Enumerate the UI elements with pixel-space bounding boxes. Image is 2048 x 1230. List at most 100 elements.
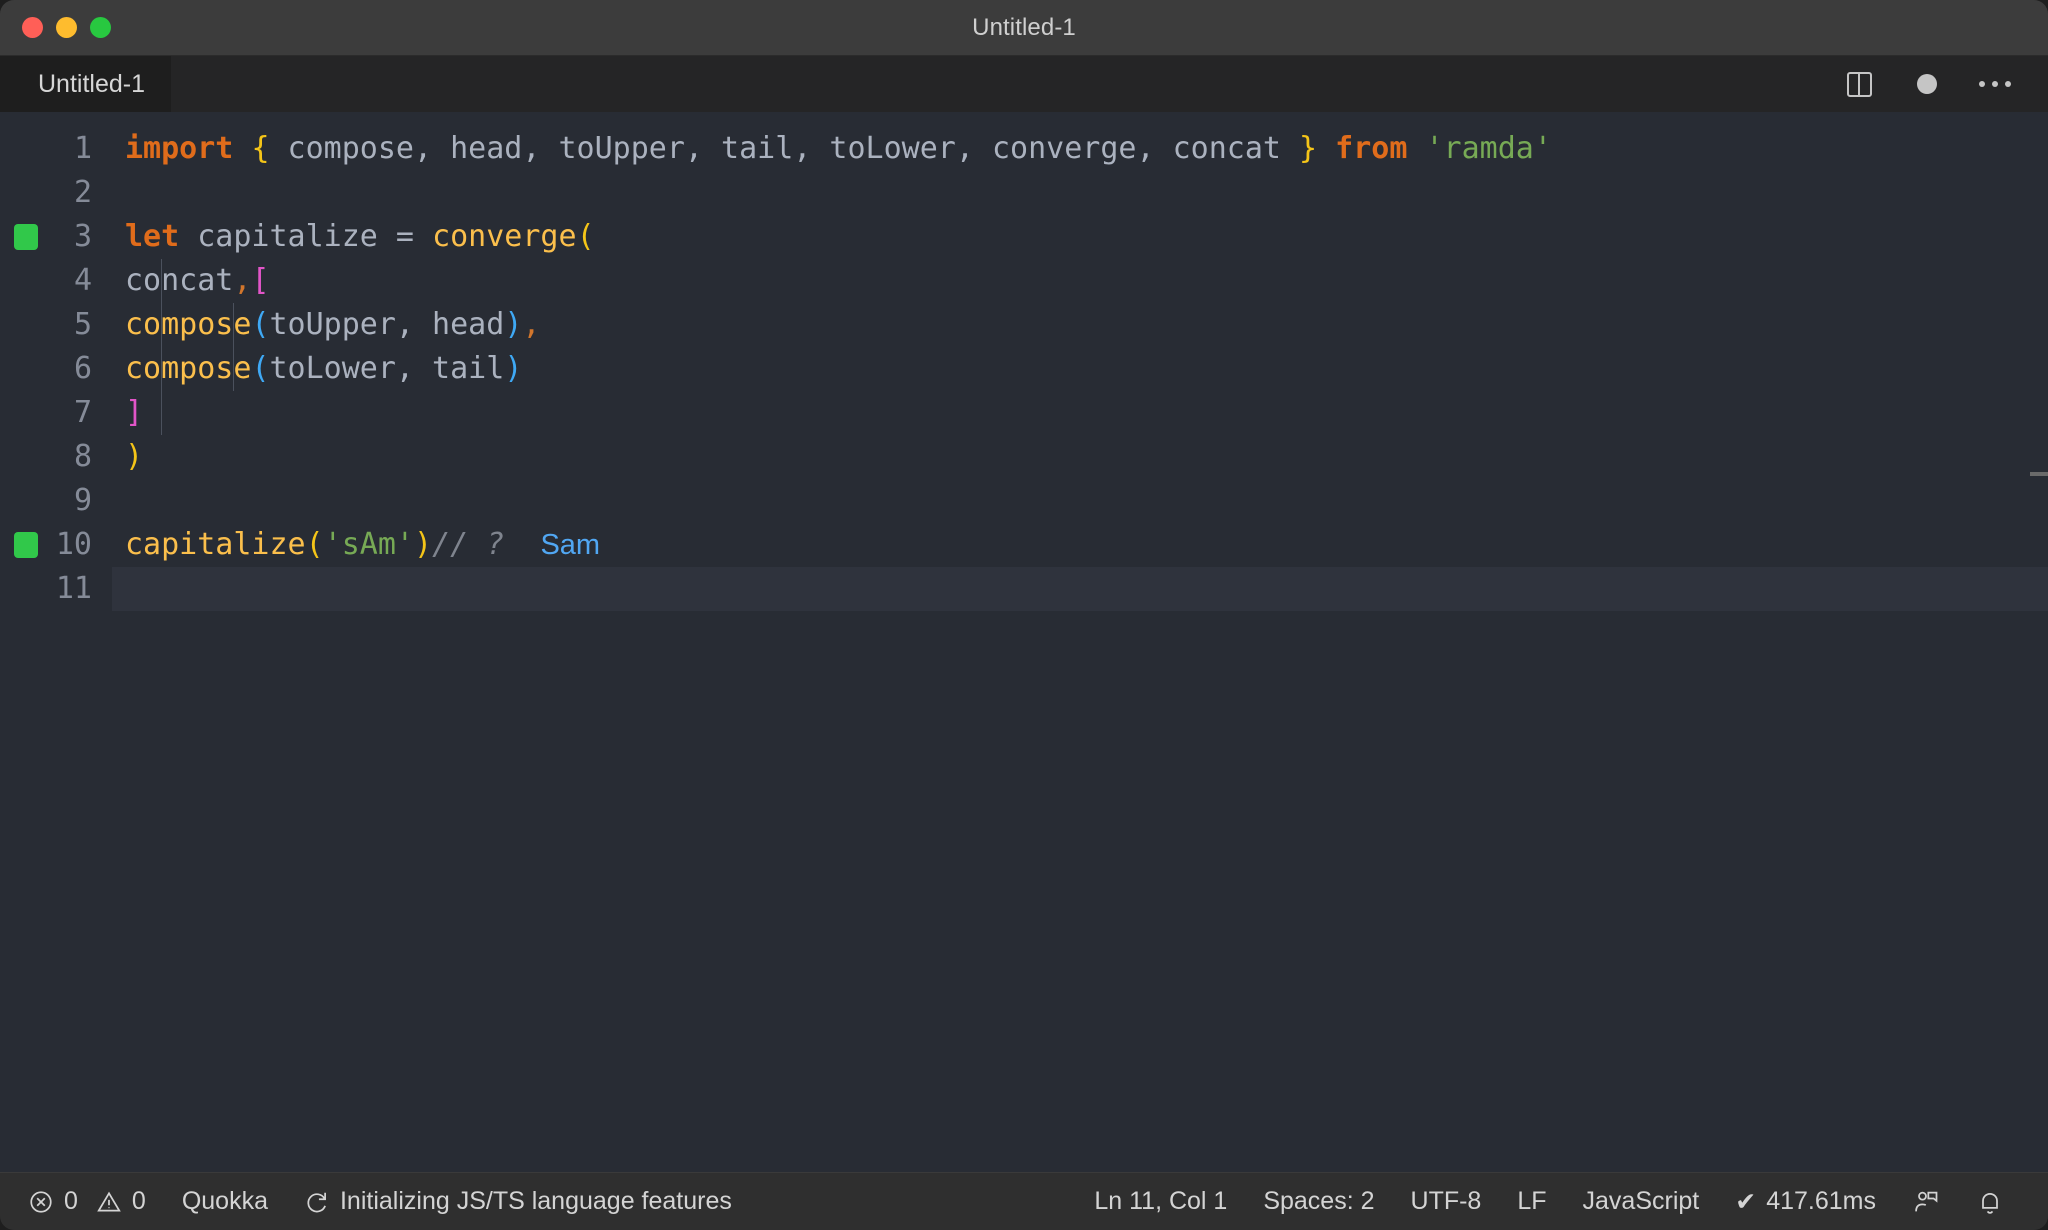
token-let: let [125, 219, 180, 254]
indent-guide [233, 303, 234, 347]
code-line[interactable]: 1 import { compose, head, toUpper, tail,… [0, 127, 2048, 171]
code-line[interactable]: 2 [0, 171, 2048, 215]
token-paren-close: ) [504, 307, 523, 342]
line-content[interactable]: let capitalize = converge( [112, 215, 2048, 259]
minimize-button[interactable] [56, 17, 77, 38]
status-indentation[interactable]: Spaces: 2 [1245, 1187, 1392, 1216]
status-quokka[interactable]: Quokka [164, 1187, 286, 1216]
status-bar-left: 0 0 Quokka Initializing JS/TS language f… [28, 1187, 750, 1216]
line-content[interactable]: ) [112, 435, 2048, 479]
token-keyword: import [125, 131, 234, 166]
tab-untitled-1[interactable]: Untitled-1 [0, 56, 171, 112]
token-function-converge: converge [432, 219, 577, 254]
code-line[interactable]: 8 ) [0, 435, 2048, 479]
status-feedback[interactable] [1894, 1188, 1958, 1216]
status-cursor-position[interactable]: Ln 11, Col 1 [1076, 1187, 1245, 1216]
line-content[interactable]: capitalize('sAm') // ? Sam [112, 523, 2048, 567]
token-call-capitalize: capitalize [125, 527, 306, 562]
token-paren-close: ) [125, 439, 144, 474]
line-content[interactable]: import { compose, head, toUpper, tail, t… [112, 127, 2048, 171]
token-paren-open: ( [251, 351, 270, 386]
token-comma: , [233, 263, 252, 298]
warning-icon [97, 1191, 121, 1212]
code-line[interactable]: 7 ] [0, 391, 2048, 435]
token-bracket-close: ] [125, 395, 144, 430]
indent-guide [161, 259, 162, 303]
maximize-button[interactable] [90, 17, 111, 38]
status-problems[interactable]: 0 0 [28, 1187, 164, 1216]
code-line[interactable]: 5 compose(toUpper, head), [0, 303, 2048, 347]
line-content[interactable]: ] [112, 391, 2048, 435]
token-arguments: toUpper, head [269, 307, 505, 342]
code-editor[interactable]: 1 import { compose, head, toUpper, tail,… [0, 112, 2048, 1172]
code-line[interactable]: 6 compose(toLower, tail) [0, 347, 2048, 391]
token-comment: // ? [432, 527, 505, 562]
task-label: Initializing JS/TS language features [339, 1187, 732, 1215]
token-paren-open: ( [251, 307, 270, 342]
line-number: 5 [73, 307, 92, 342]
tab-label: Untitled-1 [38, 69, 145, 98]
indent-guide [161, 391, 162, 435]
status-notifications[interactable] [1958, 1188, 2022, 1216]
token-concat: concat [125, 263, 234, 298]
error-count: 0 [64, 1187, 78, 1215]
token-paren-open: ( [576, 219, 595, 254]
check-icon: ✔ [1735, 1187, 1757, 1216]
token-arguments: toLower, tail [269, 351, 505, 386]
quokka-gutter-marker [14, 224, 38, 250]
quokka-gutter-marker [14, 532, 38, 558]
token-paren-close: ) [414, 527, 433, 562]
more-actions-icon[interactable] [1978, 67, 2012, 101]
quokka-inline-value: Sam [540, 529, 601, 561]
editor-actions [1842, 67, 2020, 101]
status-bar-right: Ln 11, Col 1 Spaces: 2 UTF-8 LF JavaScri… [1076, 1187, 2022, 1217]
line-number: 7 [73, 395, 92, 430]
token-string-arg: 'sAm' [323, 527, 414, 562]
code-line-active[interactable]: 11 [0, 567, 2048, 611]
line-content[interactable] [112, 567, 2048, 611]
line-content[interactable]: concat, [ [112, 259, 2048, 303]
line-content[interactable] [112, 479, 2048, 523]
code-line[interactable]: 3 let capitalize = converge( [0, 215, 2048, 259]
token-brace-open: { [251, 131, 270, 166]
status-language-mode[interactable]: JavaScript [1565, 1187, 1718, 1216]
line-number: 4 [73, 263, 92, 298]
status-encoding[interactable]: UTF-8 [1393, 1187, 1500, 1216]
tab-bar: Untitled-1 [0, 56, 2048, 112]
bell-icon [1982, 1192, 1998, 1214]
sync-icon [307, 1192, 326, 1212]
code-line[interactable]: 9 [0, 479, 2048, 523]
token-paren-close: ) [504, 351, 523, 386]
token-bracket-open: [ [251, 263, 270, 298]
token-module-string: 'ramda' [1425, 131, 1552, 166]
editor-window: Untitled-1 Untitled-1 1 import { compose… [0, 0, 2048, 1230]
status-bar: 0 0 Quokka Initializing JS/TS language f… [0, 1172, 2048, 1230]
line-number: 1 [73, 131, 92, 166]
code-line[interactable]: 4 concat, [ [0, 259, 2048, 303]
token-paren-open: ( [305, 527, 324, 562]
status-task-progress[interactable]: Initializing JS/TS language features [286, 1187, 750, 1216]
token-brace-close: } [1299, 131, 1318, 166]
line-number: 6 [73, 351, 92, 386]
line-content[interactable]: compose(toUpper, head), [112, 303, 2048, 347]
line-number: 8 [73, 439, 92, 474]
indent-guide [233, 347, 234, 391]
runtime-value: 417.61ms [1766, 1187, 1876, 1215]
close-button[interactable] [22, 17, 43, 38]
status-runtime[interactable]: ✔ 417.61ms [1717, 1187, 1894, 1217]
window-title: Untitled-1 [972, 13, 1076, 41]
token-comma: , [522, 307, 541, 342]
line-number: 2 [73, 175, 92, 210]
indent-guide [161, 347, 162, 391]
traffic-light-controls [0, 17, 111, 38]
line-content[interactable] [112, 171, 2048, 215]
line-number: 9 [73, 483, 92, 518]
unsaved-indicator-icon[interactable] [1910, 67, 1944, 101]
token-from: from [1335, 131, 1408, 166]
code-area[interactable]: 1 import { compose, head, toUpper, tail,… [0, 112, 2048, 611]
warning-count: 0 [131, 1187, 146, 1215]
line-content[interactable]: compose(toLower, tail) [112, 347, 2048, 391]
split-editor-icon[interactable] [1842, 67, 1876, 101]
status-eol[interactable]: LF [1499, 1187, 1564, 1216]
code-line[interactable]: 10 capitalize('sAm') // ? Sam [0, 523, 2048, 567]
